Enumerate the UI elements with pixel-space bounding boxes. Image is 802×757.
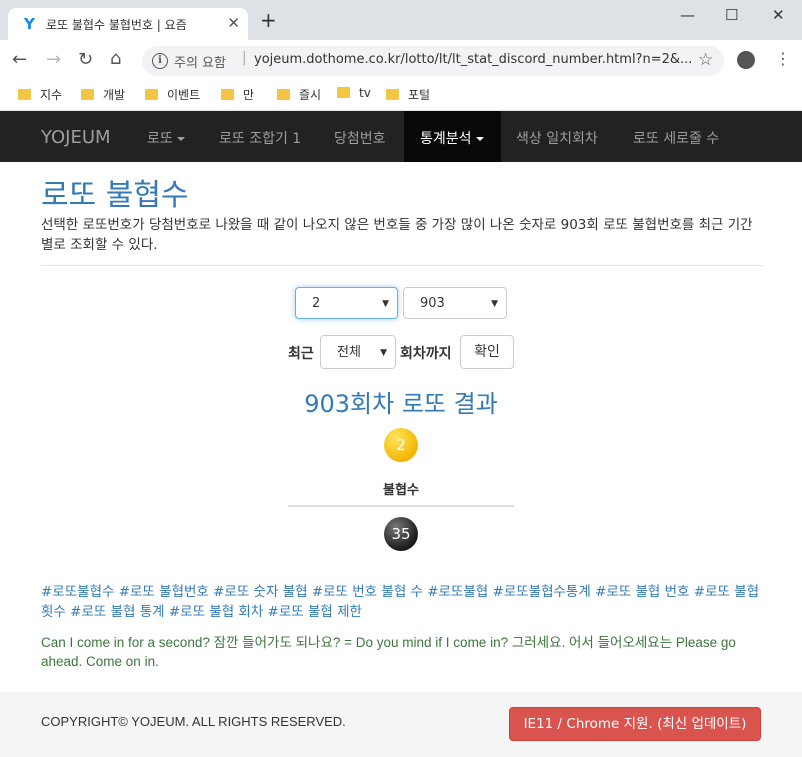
bookmark-folder[interactable]: 포털 (386, 86, 430, 103)
page-title: 로또 불협수 (41, 178, 189, 213)
nav-item-combinator[interactable]: 로또 조합기 1 (219, 128, 301, 148)
chevron-down-icon: ▼ (491, 299, 498, 309)
security-status: 주의 요함 (174, 56, 226, 71)
bookmark-folder[interactable]: 만 (221, 86, 254, 103)
new-tab-icon[interactable]: + (260, 10, 277, 30)
divider (41, 265, 763, 266)
recent-label: 최근 (288, 346, 314, 362)
bookmark-star-icon[interactable]: ☆ (698, 50, 713, 70)
chevron-down-icon: ▼ (380, 348, 387, 358)
folder-icon (145, 89, 158, 100)
nav-item-winning-numbers[interactable]: 당첨번호 (334, 128, 386, 148)
until-label: 회차까지 (400, 346, 452, 362)
nav-item-statistics[interactable]: 통계분석 (420, 128, 484, 148)
confirm-button[interactable]: 확인 (460, 335, 514, 369)
round-select[interactable]: 903 ▼ (403, 287, 507, 319)
folder-icon (337, 87, 350, 98)
folder-icon (81, 89, 94, 100)
result-divider (288, 505, 514, 507)
caret-down-icon (475, 137, 484, 141)
url-separator: | (242, 50, 247, 66)
close-window-icon[interactable]: ✕ (772, 6, 785, 24)
bookmark-folder[interactable]: 즐시 (277, 86, 321, 103)
maximize-icon[interactable]: ☐ (725, 6, 738, 24)
url-text[interactable]: yojeum.dothome.co.kr/lotto/lt/lt_stat_di… (254, 52, 692, 67)
back-icon[interactable]: ← (12, 51, 27, 69)
selected-number-ball: 2 (384, 428, 418, 462)
nonmatch-label: 불협수 (383, 483, 419, 498)
caret-down-icon (176, 137, 185, 141)
nav-item-lotto[interactable]: 로또 (147, 128, 185, 148)
forward-icon[interactable]: → (46, 51, 61, 69)
bookmark-folder[interactable]: 개발 (81, 86, 125, 103)
browser-tab[interactable]: Y 로또 불협수 불협번호 | 요즘 ✕ (8, 8, 248, 40)
site-brand[interactable]: YOJEUM (41, 127, 111, 148)
nav-item-color-match[interactable]: 색상 일치회차 (516, 128, 598, 148)
folder-icon (221, 89, 234, 100)
hashtags: #로또불협수 #로또 불협번호 #로또 숫자 불협 #로또 번호 불협 수 #로… (41, 584, 760, 620)
chevron-down-icon: ▼ (382, 299, 389, 309)
bookmark-folder[interactable]: 지수 (18, 86, 62, 103)
number-select[interactable]: 2 ▼ (295, 287, 398, 319)
english-phrase: Can I come in for a second? 잠깐 들어가도 되나요?… (41, 635, 736, 669)
info-icon[interactable]: i (152, 53, 168, 69)
close-tab-icon[interactable]: ✕ (227, 14, 240, 32)
page-description: 선택한 로또번호가 당첨번호로 나왔을 때 같이 나오지 않은 번호들 중 가장… (41, 217, 753, 253)
folder-icon (277, 89, 290, 100)
browser-support-button[interactable]: IE11 / Chrome 지원. (최신 업데이트) (509, 707, 761, 741)
nav-item-vertical-lines[interactable]: 로또 세로줄 수 (633, 128, 719, 148)
bookmark-folder[interactable]: tv (337, 86, 371, 100)
menu-dots-icon[interactable]: ⋮ (775, 50, 791, 68)
site-favicon-icon: Y (24, 15, 35, 33)
profile-avatar-icon[interactable] (737, 51, 755, 69)
home-icon[interactable]: ⌂ (110, 50, 121, 68)
reload-icon[interactable]: ↻ (78, 51, 93, 69)
folder-icon (386, 89, 399, 100)
period-select[interactable]: 전체 ▼ (320, 335, 396, 369)
folder-icon (18, 89, 31, 100)
tab-title: 로또 불협수 불협번호 | 요즘 (46, 18, 187, 32)
bookmark-folder[interactable]: 이벤트 (145, 86, 200, 103)
minimize-icon[interactable]: — (680, 6, 695, 24)
copyright-text: COPYRIGHT© YOJEUM. ALL RIGHTS RESERVED. (41, 714, 346, 729)
result-title: 903회차 로또 결과 (304, 390, 498, 418)
nonmatch-number-ball: 35 (384, 517, 418, 551)
